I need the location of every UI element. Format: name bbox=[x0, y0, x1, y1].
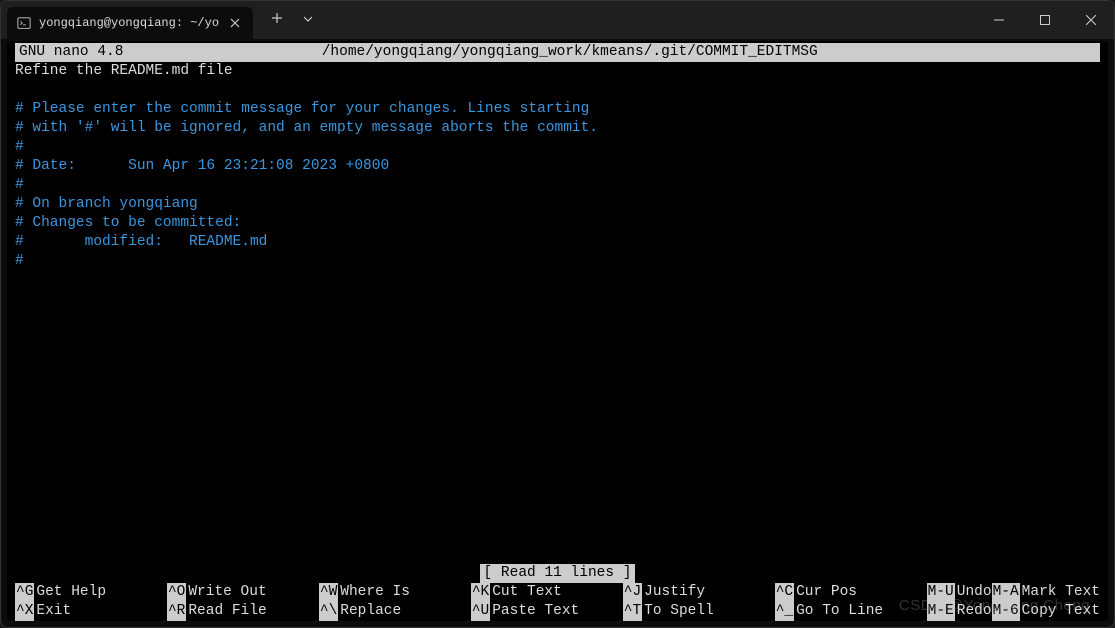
close-tab-icon[interactable] bbox=[227, 15, 243, 31]
nano-header: GNU nano 4.8 /home/yongqiang/yongqiang_w… bbox=[15, 43, 1100, 62]
window-titlebar: yongqiang@yongqiang: ~/yo bbox=[1, 1, 1114, 39]
terminal-window: yongqiang@yongqiang: ~/yo bbox=[0, 0, 1115, 628]
comment-modified: # modified: README.md bbox=[15, 234, 267, 250]
shortcut-readfile[interactable]: ^RRead File bbox=[167, 602, 319, 621]
window-controls bbox=[976, 1, 1114, 39]
shortcut-exit[interactable]: ^XExit bbox=[15, 602, 167, 621]
tab-dropdown-icon[interactable] bbox=[299, 7, 317, 33]
comment-changes: # Changes to be committed: bbox=[15, 215, 241, 231]
close-button[interactable] bbox=[1068, 1, 1114, 39]
terminal-content[interactable]: GNU nano 4.8 /home/yongqiang/yongqiang_w… bbox=[7, 41, 1108, 621]
commit-msg: Refine the README.md file bbox=[15, 63, 233, 79]
nano-status: [ Read 11 lines ] bbox=[7, 564, 1108, 583]
comment-line: # bbox=[15, 139, 24, 155]
shortcut-replace[interactable]: ^\Replace bbox=[319, 602, 471, 621]
shortcut-justify[interactable]: ^JJustify bbox=[623, 583, 775, 602]
shortcut-pastetext[interactable]: ^UPaste Text bbox=[471, 602, 623, 621]
terminal-tab[interactable]: yongqiang@yongqiang: ~/yo bbox=[7, 7, 253, 39]
status-text: [ Read 11 lines ] bbox=[480, 564, 636, 583]
minimize-button[interactable] bbox=[976, 1, 1022, 39]
nano-filepath: /home/yongqiang/yongqiang_work/kmeans/.g… bbox=[123, 43, 1016, 62]
shortcut-cuttext[interactable]: ^KCut Text bbox=[471, 583, 623, 602]
shortcut-whereis[interactable]: ^WWhere Is bbox=[319, 583, 471, 602]
shortcut-tospell[interactable]: ^TTo Spell bbox=[623, 602, 775, 621]
terminal-icon bbox=[17, 16, 31, 30]
comment-line: # with '#' will be ignored, and an empty… bbox=[15, 120, 598, 136]
shortcut-help[interactable]: ^GGet Help bbox=[15, 583, 167, 602]
comment-line: # bbox=[15, 253, 24, 269]
comment-line: # Please enter the commit message for yo… bbox=[15, 101, 589, 117]
new-tab-button[interactable] bbox=[263, 6, 291, 34]
watermark: CSDN @Yongqiang Cheng bbox=[899, 596, 1090, 615]
tab-area: yongqiang@yongqiang: ~/yo bbox=[1, 1, 317, 39]
shortcut-writeout[interactable]: ^OWrite Out bbox=[167, 583, 319, 602]
comment-branch: # On branch yongqiang bbox=[15, 196, 198, 212]
maximize-button[interactable] bbox=[1022, 1, 1068, 39]
tab-title: yongqiang@yongqiang: ~/yo bbox=[39, 16, 219, 30]
nano-version: GNU nano 4.8 bbox=[19, 43, 123, 62]
comment-date: # Date: Sun Apr 16 23:21:08 2023 +0800 bbox=[15, 158, 389, 174]
editor-content[interactable]: Refine the README.md file # Please enter… bbox=[15, 62, 1100, 271]
comment-line: # bbox=[15, 177, 24, 193]
